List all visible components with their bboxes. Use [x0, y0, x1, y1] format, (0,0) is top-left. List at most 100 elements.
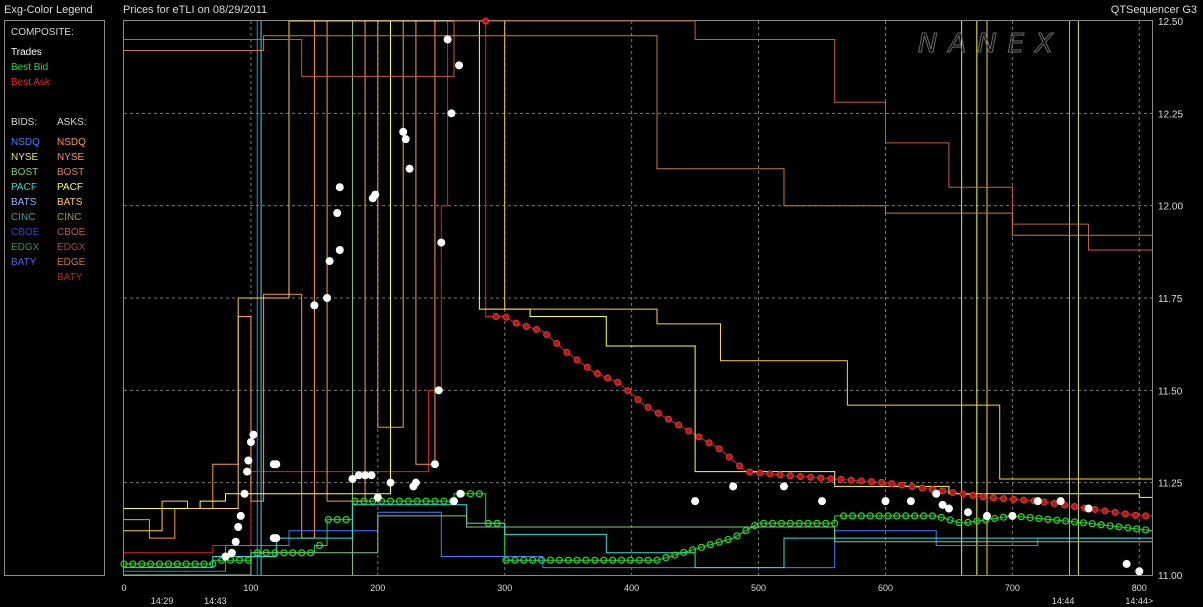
best-ask-marker [857, 477, 865, 485]
trade-marker [443, 35, 452, 44]
best-ask-marker [746, 468, 754, 476]
best-ask-marker [512, 319, 520, 327]
time-label: 14:29 [151, 596, 174, 606]
best-ask-marker [705, 439, 713, 447]
best-ask-marker [654, 409, 662, 417]
trade-marker [1135, 567, 1144, 576]
trade-marker [368, 194, 377, 203]
trade-marker [456, 489, 465, 498]
trade-marker [227, 548, 236, 557]
trade-marker [272, 534, 281, 543]
best-ask-marker [847, 476, 855, 484]
best-ask-marker [969, 491, 977, 499]
y-tick-label: 12.25 [1158, 109, 1183, 120]
x-tick-label: 100 [243, 583, 258, 593]
trade-marker [437, 238, 446, 247]
x-tick-label: 800 [1132, 583, 1147, 593]
best-ask-marker [766, 470, 774, 478]
trade-marker [1084, 504, 1093, 513]
trade-marker [944, 504, 953, 513]
best-ask-marker [837, 475, 845, 483]
best-ask-marker [1101, 507, 1109, 515]
best-ask-marker [918, 484, 926, 492]
nanex-watermark: NANEX [918, 29, 1064, 59]
trade-marker [335, 183, 344, 192]
trade-marker [386, 478, 395, 487]
best-ask-marker [675, 421, 683, 429]
x-tick-label: 700 [1005, 583, 1020, 593]
best-ask-marker [1000, 495, 1008, 503]
trade-marker [963, 508, 972, 517]
best-ask-marker [664, 415, 672, 423]
trade-marker [373, 493, 382, 502]
trade-marker [455, 61, 464, 70]
best-ask-marker [949, 488, 957, 496]
best-ask-marker [553, 339, 561, 347]
best-ask-marker [492, 312, 500, 320]
best-ask-marker [776, 471, 784, 479]
best-ask-marker [959, 490, 967, 498]
best-ask-marker [1010, 495, 1018, 503]
best-ask-marker [725, 453, 733, 461]
best-ask-marker [888, 480, 896, 488]
x-tick-label: 600 [878, 583, 893, 593]
time-label: 14:44 [1052, 596, 1075, 606]
trade-marker [691, 497, 700, 506]
trade-marker [401, 135, 410, 144]
best-ask-marker [522, 322, 530, 330]
trade-marker [323, 294, 332, 302]
trade-marker [881, 497, 890, 506]
best-ask-marker [482, 17, 490, 25]
best-ask-marker [644, 403, 652, 411]
best-ask-marker [593, 370, 601, 378]
trade-marker [333, 209, 342, 218]
best-ask-marker [736, 462, 744, 470]
series-line-best-ask [124, 20, 1152, 554]
best-ask-marker [807, 473, 815, 481]
best-ask-marker [1111, 508, 1119, 516]
best-ask-marker [1132, 511, 1140, 519]
y-tick-label: 12.50 [1158, 17, 1183, 28]
y-tick-label: 11.25 [1158, 479, 1183, 490]
x-tick-label: 500 [751, 583, 766, 593]
trade-marker [367, 471, 376, 480]
best-ask-marker [756, 469, 764, 477]
best-ask-marker [786, 472, 794, 480]
trade-marker [399, 127, 408, 136]
time-label: 14:44> [1125, 596, 1153, 606]
best-ask-marker [939, 487, 947, 495]
trade-marker [310, 301, 319, 310]
y-tick-label: 11.75 [1158, 294, 1183, 305]
trade-marker [779, 482, 788, 491]
best-ask-marker [502, 313, 510, 321]
trade-marker [906, 497, 915, 506]
best-ask-marker [908, 483, 916, 491]
best-ask-marker [1050, 500, 1058, 508]
best-ask-marker [695, 433, 703, 441]
trade-marker [405, 164, 414, 173]
trade-marker [1008, 511, 1017, 520]
y-tick-label: 11.50 [1158, 386, 1183, 397]
best-ask-marker [868, 478, 876, 486]
best-ask-marker [1091, 505, 1099, 513]
best-ask-marker [979, 493, 987, 501]
best-ask-marker [563, 348, 571, 356]
trade-marker [447, 109, 456, 118]
trade-marker [818, 497, 827, 506]
best-ask-marker [634, 396, 642, 404]
trade-marker [430, 460, 439, 469]
best-ask-marker [543, 331, 551, 339]
best-ask-marker [614, 378, 622, 386]
y-tick-label: 11.00 [1158, 571, 1183, 582]
best-ask-marker [1142, 512, 1150, 520]
trade-marker [236, 511, 245, 520]
x-tick-label: 300 [497, 583, 512, 593]
chart-canvas: 11.00 11.25 11.50 11.75 12.00 12.25 12.50 0 100 2… [120, 17, 1183, 606]
best-ask-marker [1121, 510, 1129, 518]
trade-marker [932, 489, 941, 498]
trade-marker [449, 497, 458, 506]
best-ask-marker [1071, 502, 1079, 510]
trade-marker [246, 438, 255, 447]
best-ask-marker [878, 478, 886, 486]
best-ask-marker [604, 374, 612, 382]
